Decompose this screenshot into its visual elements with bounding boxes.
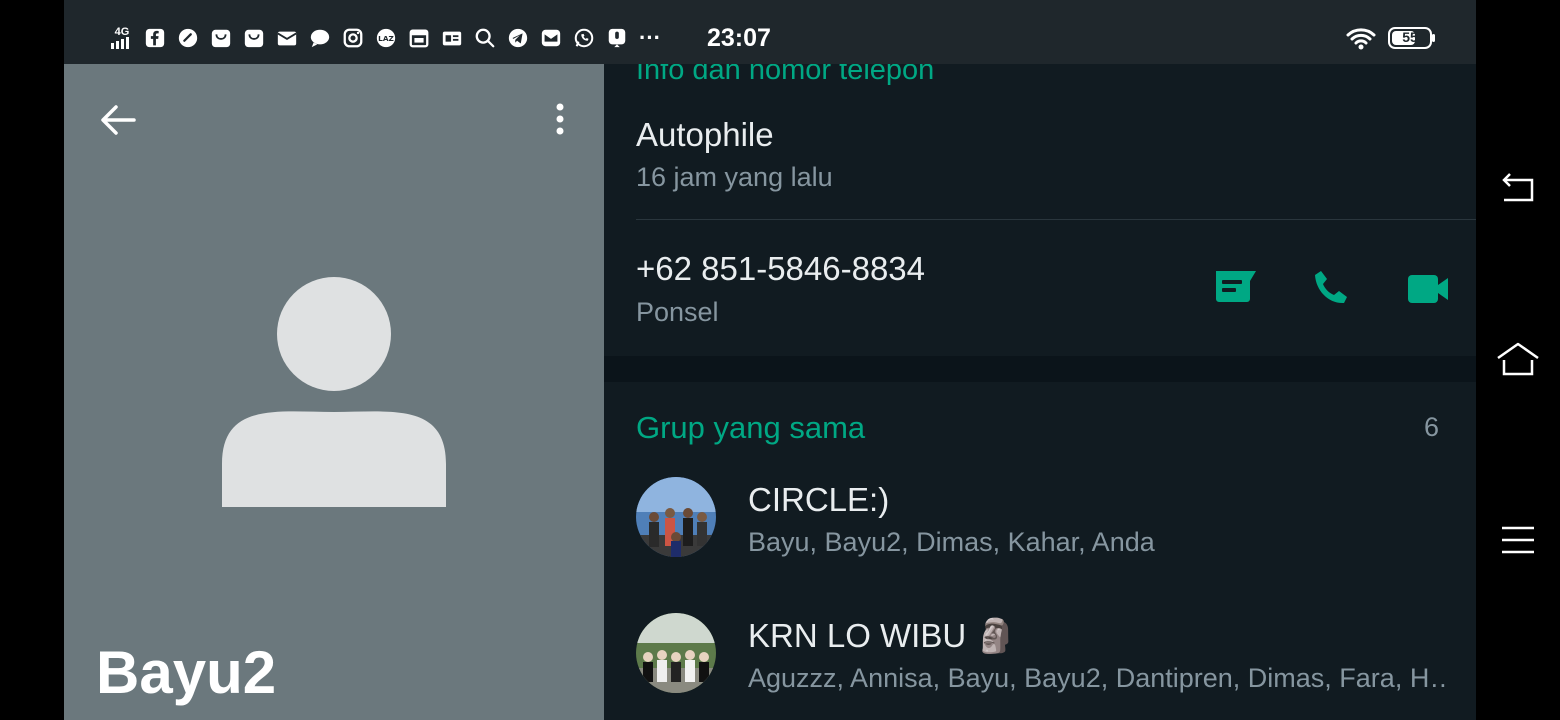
navigation-bar bbox=[1476, 0, 1560, 720]
about-text: Autophile bbox=[636, 116, 774, 153]
search-icon bbox=[473, 26, 497, 50]
battery-icon: 55 bbox=[1388, 27, 1436, 49]
phone-number: +62 851-5846-8834 bbox=[636, 250, 926, 287]
status-time: 23:07 bbox=[707, 24, 771, 52]
nav-back-button[interactable] bbox=[1496, 168, 1540, 212]
profile-header: Bayu2 bbox=[64, 64, 604, 720]
contact-name: Bayu2 bbox=[96, 639, 277, 706]
wifi-icon bbox=[1346, 26, 1376, 50]
phone-icon bbox=[1315, 271, 1347, 304]
svg-text:LAZ: LAZ bbox=[378, 34, 394, 43]
status-bar: 4G LAZ ··· 23:07 55 bbox=[64, 0, 1476, 64]
notification-icons: 4G LAZ ··· bbox=[110, 24, 662, 52]
nav-home-button[interactable] bbox=[1496, 338, 1540, 382]
chat-icon bbox=[308, 26, 332, 50]
whatsapp-icon bbox=[572, 26, 596, 50]
section-separator bbox=[604, 356, 1476, 382]
group-members: Aguzzz, Annisa, Bayu, Bayu2, Dantipren, … bbox=[748, 663, 1448, 693]
group-name: KRN LO WIBU 🗿 bbox=[748, 617, 1017, 654]
back-button[interactable] bbox=[96, 100, 140, 140]
about-row[interactable]: Autophile 16 jam yang lalu bbox=[604, 104, 1476, 219]
lazada-icon: LAZ bbox=[374, 26, 398, 50]
more-vertical-icon bbox=[556, 103, 564, 135]
group-avatar bbox=[636, 613, 716, 693]
facebook-icon bbox=[143, 26, 167, 50]
divider bbox=[636, 219, 1476, 220]
video-camera-icon bbox=[1408, 275, 1448, 303]
more-label: ··· bbox=[639, 25, 661, 50]
speedometer-icon bbox=[176, 26, 200, 50]
calendar-icon bbox=[407, 26, 431, 50]
shopping-bag-icon bbox=[242, 26, 266, 50]
microphone-icon bbox=[605, 26, 629, 50]
video-call-button[interactable] bbox=[1404, 265, 1452, 313]
message-button[interactable] bbox=[1212, 265, 1260, 313]
group-row-krn-lo-wibu[interactable]: KRN LO WIBU 🗿 Aguzzz, Annisa, Bayu, Bayu… bbox=[604, 593, 1476, 713]
shopping-bag-icon bbox=[209, 26, 233, 50]
instagram-icon bbox=[341, 26, 365, 50]
about-timestamp: 16 jam yang lalu bbox=[636, 162, 833, 192]
back-icon bbox=[1502, 173, 1534, 202]
more-icon: ··· bbox=[638, 26, 662, 50]
voice-call-button[interactable] bbox=[1308, 265, 1356, 313]
default-avatar-icon bbox=[222, 276, 446, 508]
news-icon bbox=[440, 26, 464, 50]
group-name: CIRCLE:) bbox=[748, 481, 890, 518]
info-section-title: Info dan nomor telepon bbox=[636, 64, 935, 86]
nav-recents-button[interactable] bbox=[1496, 518, 1540, 562]
telegram-icon bbox=[506, 26, 530, 50]
email-icon bbox=[539, 26, 563, 50]
common-groups-count: 6 bbox=[1424, 412, 1440, 442]
phone-row[interactable]: +62 851-5846-8834 Ponsel bbox=[604, 224, 1184, 354]
phone-type: Ponsel bbox=[636, 297, 719, 327]
group-row-circle[interactable]: CIRCLE:) Bayu, Bayu2, Dimas, Kahar, Anda bbox=[604, 457, 1476, 577]
menu-icon bbox=[1502, 526, 1534, 554]
message-icon bbox=[1216, 271, 1256, 302]
contact-details: Info dan nomor telepon Autophile 16 jam … bbox=[604, 64, 1476, 720]
home-icon bbox=[1497, 342, 1539, 376]
overflow-menu-button[interactable] bbox=[548, 100, 572, 144]
signal-icon: 4G bbox=[110, 26, 134, 50]
group-members: Bayu, Bayu2, Dimas, Kahar, Anda bbox=[748, 527, 1155, 557]
common-groups-title: Grup yang sama bbox=[636, 410, 866, 445]
arrow-left-icon bbox=[101, 105, 136, 135]
battery-level: 55 bbox=[1402, 29, 1418, 45]
mail-icon bbox=[275, 26, 299, 50]
group-avatar bbox=[636, 477, 716, 557]
network-type: 4G bbox=[114, 26, 130, 38]
